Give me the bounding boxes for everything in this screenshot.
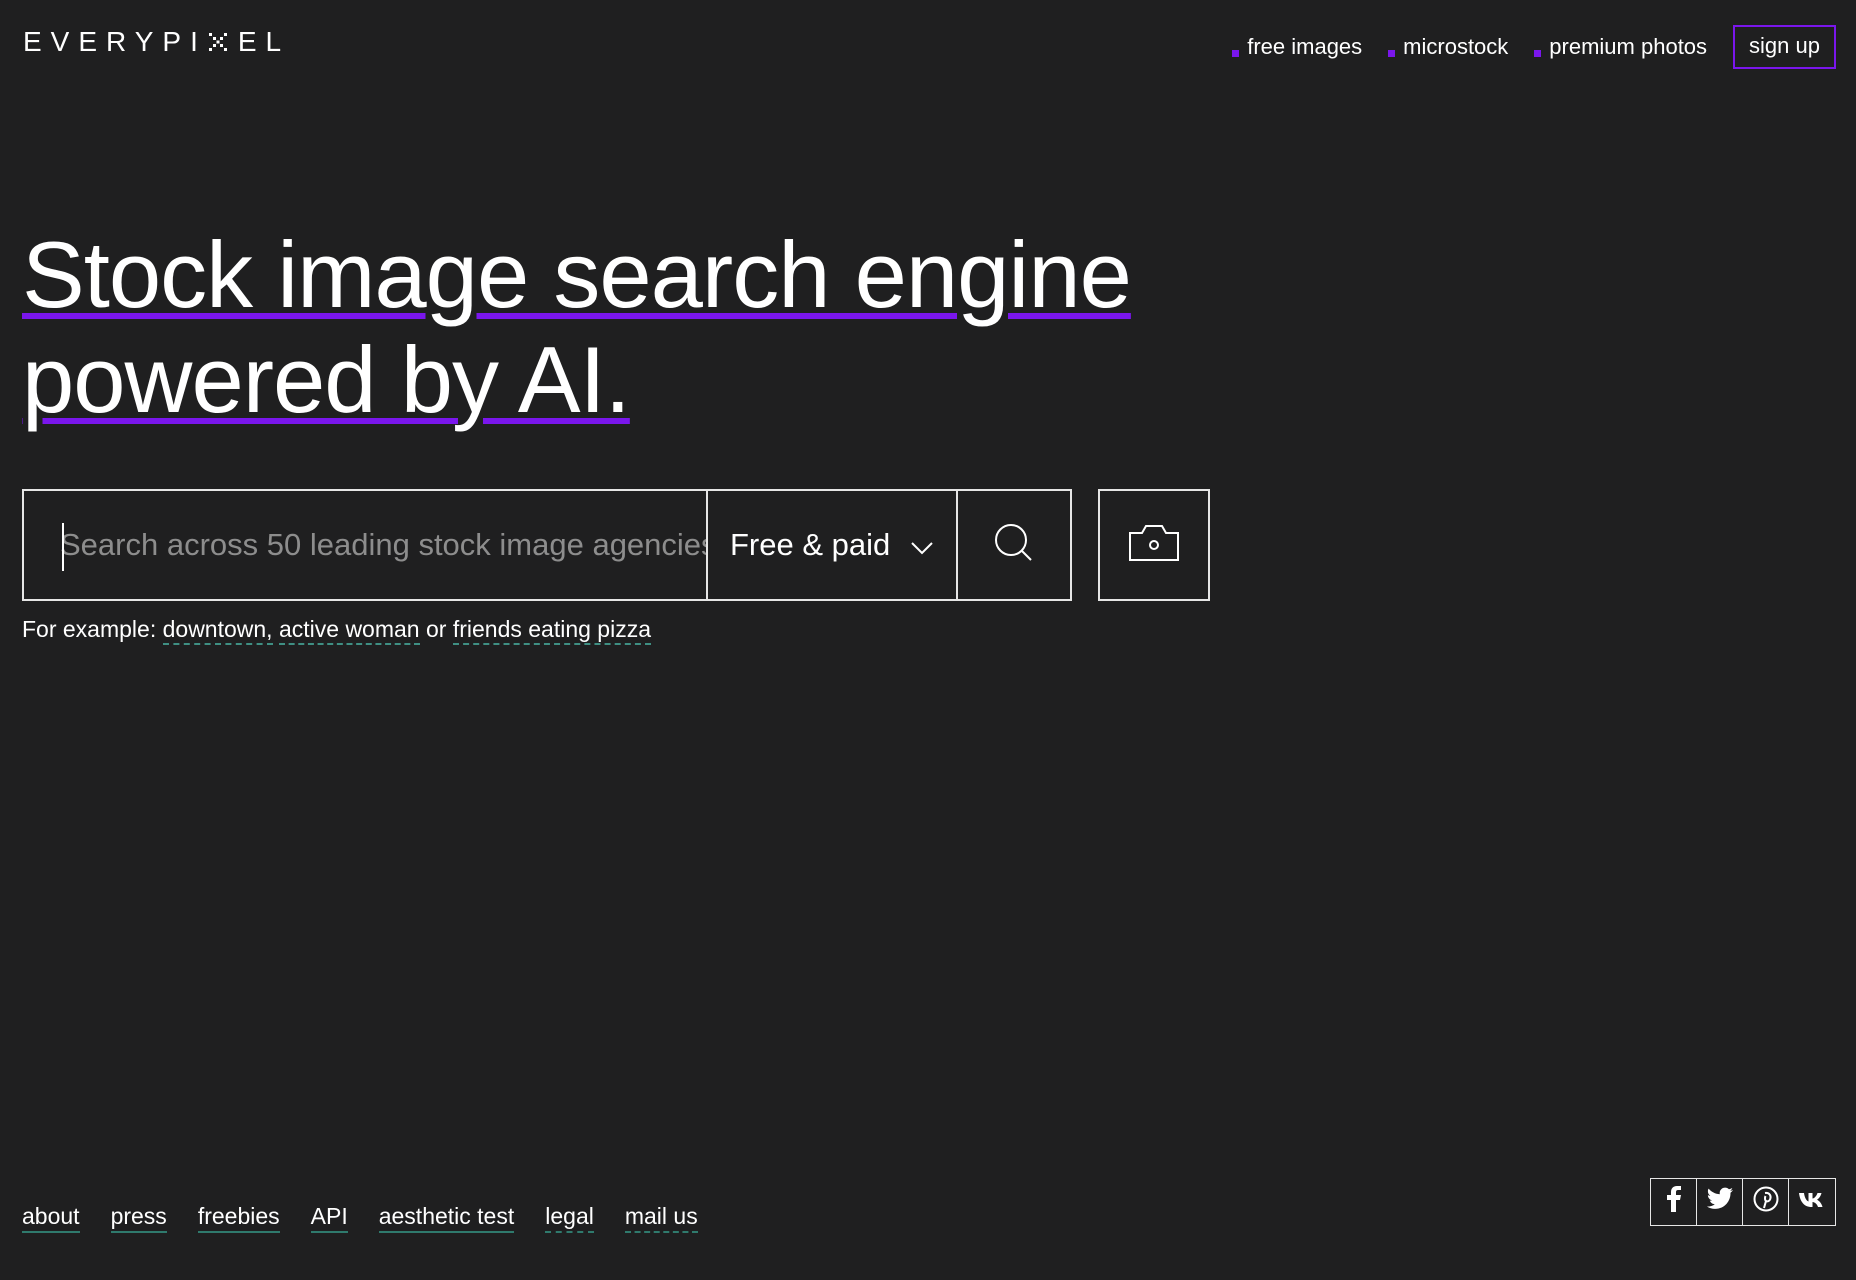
- nav-dot-icon: [1534, 50, 1542, 57]
- top-nav: free images microstock premium photos si…: [1232, 25, 1836, 69]
- image-search-button[interactable]: [1098, 489, 1210, 601]
- logo-text-left: EVERYPI: [23, 26, 207, 57]
- footer-link-legal[interactable]: legal: [545, 1203, 594, 1233]
- footer-link-freebies[interactable]: freebies: [197, 1203, 280, 1233]
- camera-icon: [1128, 523, 1180, 568]
- search-input[interactable]: [24, 491, 708, 599]
- hero-line-2: powered by AI.: [22, 327, 631, 432]
- facebook-icon: [1666, 1185, 1682, 1219]
- footer-link-press[interactable]: press: [110, 1203, 167, 1233]
- example-link-active-woman[interactable]: active woman: [278, 616, 420, 645]
- hero-headline: Stock image search engine powered by AI.: [22, 222, 1132, 432]
- logo-x-icon: [207, 31, 229, 53]
- nav-microstock[interactable]: microstock: [1388, 34, 1508, 60]
- examples-prefix: For example:: [22, 616, 157, 642]
- twitter-button[interactable]: [1697, 1179, 1743, 1225]
- facebook-button[interactable]: [1651, 1179, 1697, 1225]
- search-button[interactable]: [958, 491, 1070, 599]
- logo-text-right: EL: [237, 26, 291, 57]
- license-filter-value: Free & paid: [730, 527, 891, 562]
- license-filter-select[interactable]: Free & paid: [708, 491, 958, 599]
- logo[interactable]: EVERYPI EL: [23, 26, 290, 58]
- pinterest-icon: [1753, 1186, 1779, 1219]
- nav-premium-photos[interactable]: premium photos: [1534, 34, 1707, 60]
- search-examples: For example: downtown, active woman or f…: [22, 616, 652, 645]
- example-link-friends-eating-pizza[interactable]: friends eating pizza: [452, 616, 652, 645]
- search-icon: [993, 522, 1035, 569]
- vk-button[interactable]: [1789, 1179, 1835, 1225]
- nav-dot-icon: [1232, 50, 1240, 57]
- page: EVERYPI EL free images microstock premiu…: [0, 0, 1856, 1280]
- nav-microstock-label: microstock: [1403, 34, 1509, 59]
- twitter-icon: [1706, 1187, 1734, 1218]
- pinterest-button[interactable]: [1743, 1179, 1789, 1225]
- search-bar: Free & paid: [22, 489, 1210, 601]
- example-link-downtown[interactable]: downtown,: [162, 616, 273, 645]
- hero-line-1: Stock image search engine: [22, 222, 1132, 327]
- nav-free-images-label: free images: [1247, 34, 1363, 59]
- social-links: [1650, 1178, 1836, 1226]
- footer-links: about press freebies API aesthetic test …: [22, 1203, 698, 1233]
- footer-link-api[interactable]: API: [310, 1203, 348, 1233]
- sign-up-button[interactable]: sign up: [1733, 25, 1836, 69]
- footer-link-about[interactable]: about: [22, 1203, 80, 1233]
- chevron-down-icon: [910, 527, 934, 563]
- nav-premium-photos-label: premium photos: [1549, 34, 1708, 59]
- footer-link-aesthetic-test[interactable]: aesthetic test: [378, 1203, 515, 1233]
- vk-icon: [1798, 1188, 1826, 1216]
- examples-separator: or: [425, 616, 447, 642]
- text-caret: [62, 523, 64, 571]
- nav-dot-icon: [1388, 50, 1396, 57]
- nav-free-images[interactable]: free images: [1232, 34, 1362, 60]
- footer-link-mail-us[interactable]: mail us: [624, 1203, 698, 1233]
- search-box: Free & paid: [22, 489, 1072, 601]
